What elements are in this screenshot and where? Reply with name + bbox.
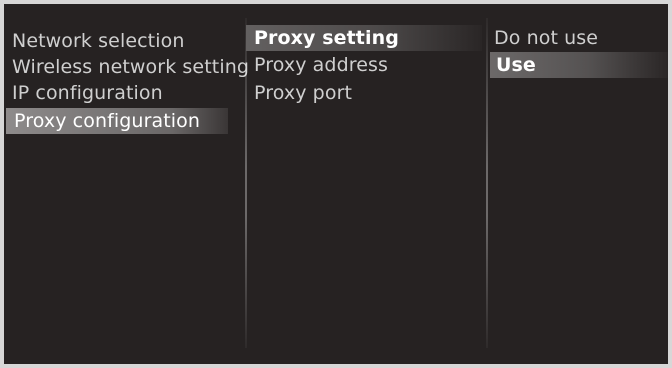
menu-column-network: Network selection Wireless network setti… bbox=[4, 4, 249, 364]
menu-item-proxy-address[interactable]: Proxy address bbox=[254, 52, 388, 78]
option-do-not-use[interactable]: Do not use bbox=[494, 25, 598, 51]
menu-item-proxy-setting[interactable]: Proxy setting bbox=[246, 25, 482, 51]
menu-column-proxy: Proxy setting Proxy address Proxy port bbox=[244, 4, 488, 364]
menu-item-proxy-configuration[interactable]: Proxy configuration bbox=[6, 108, 228, 134]
menu-item-network-selection[interactable]: Network selection bbox=[12, 28, 184, 54]
menu-item-ip-configuration[interactable]: IP configuration bbox=[12, 80, 163, 106]
tv-settings-screen: Network selection Wireless network setti… bbox=[4, 4, 668, 364]
menu-column-options: Do not use Use bbox=[488, 4, 668, 364]
menu-item-wireless-network-setting[interactable]: Wireless network setting bbox=[12, 54, 249, 80]
menu-item-proxy-port[interactable]: Proxy port bbox=[254, 80, 352, 106]
option-use[interactable]: Use bbox=[490, 52, 668, 78]
